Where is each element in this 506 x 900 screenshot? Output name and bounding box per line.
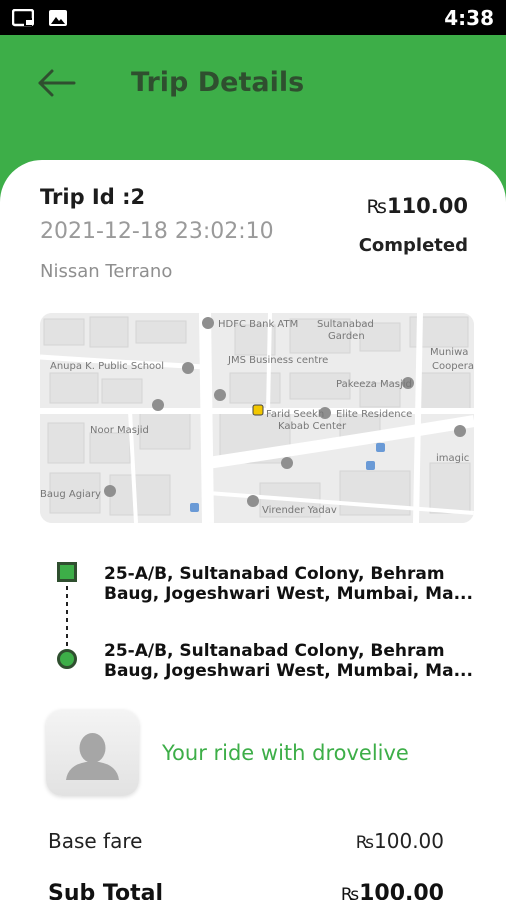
currency-symbol: ₨ (355, 833, 375, 853)
dropoff-address: 25-A/B, Sultanabad Colony, Behram Baug, … (104, 641, 476, 681)
status-bar: 4:38 (0, 0, 506, 35)
trip-id: Trip Id :2 (40, 185, 146, 209)
map-label-garden: Garden (328, 331, 365, 342)
screen-cast-icon (12, 9, 34, 27)
map-label-anupa: Anupa K. Public School (50, 361, 164, 372)
status-time: 4:38 (444, 6, 494, 30)
pickup-address-line2: Baug, Jogeshwari West, Mumbai, Ma... (104, 584, 473, 604)
map-label-hdfc: HDFC Bank ATM (218, 319, 298, 330)
map-label-kabab: Kabab Center (278, 421, 347, 432)
map-label-pakeeza: Pakeeza Masjid (336, 379, 412, 390)
base-fare-label: Base fare (48, 829, 143, 853)
subtotal-value: ₨100.00 (341, 881, 444, 900)
dropoff-marker-icon (57, 649, 77, 669)
map-label-imagic: imagic (436, 453, 469, 464)
map-label-elite: Elite Residence (336, 409, 412, 420)
currency-symbol: ₨ (340, 885, 360, 900)
route-map[interactable]: HDFC Bank ATM Sultanabad Garden Anupa K.… (40, 313, 474, 523)
map-label-farid: Farid Seekh (266, 409, 324, 420)
map-label-sultanabad: Sultanabad (317, 319, 374, 330)
dropoff-address-line2: Baug, Jogeshwari West, Mumbai, Ma... (104, 661, 473, 681)
trip-datetime: 2021-12-18 23:02:10 (40, 219, 274, 244)
dropoff-address-line1: 25-A/B, Sultanabad Colony, Behram (104, 641, 445, 661)
ride-with-text: Your ride with drovelive (162, 741, 409, 765)
map-canvas: HDFC Bank ATM Sultanabad Garden Anupa K.… (40, 313, 474, 523)
trip-vehicle: Nissan Terrano (40, 261, 173, 282)
base-fare-amount: 100.00 (374, 829, 444, 853)
subtotal-amount: 100.00 (359, 881, 444, 900)
map-label-baug: Baug Agiary (40, 489, 101, 500)
arrow-left-icon[interactable] (34, 65, 80, 101)
map-label-noor: Noor Masjid (90, 425, 149, 436)
trip-price: ₨110.00 (367, 194, 468, 218)
page-title: Trip Details (131, 67, 305, 98)
map-label-cooper: Coopera (432, 361, 474, 372)
person-silhouette-icon (66, 733, 119, 780)
pickup-address: 25-A/B, Sultanabad Colony, Behram Baug, … (104, 564, 476, 604)
trip-amount: 110.00 (386, 194, 468, 218)
map-label-jms: JMS Business centre (227, 355, 328, 366)
pickup-marker-icon (57, 562, 77, 582)
avatar (46, 710, 139, 796)
base-fare-value: ₨100.00 (356, 829, 444, 853)
subtotal-label: Sub Total (48, 881, 164, 900)
pickup-address-line1: 25-A/B, Sultanabad Colony, Behram (104, 564, 445, 584)
currency-symbol: ₨ (366, 196, 387, 218)
map-label-muniwar: Muniwa (430, 347, 468, 358)
image-icon (49, 10, 67, 26)
trip-status: Completed (358, 235, 468, 256)
map-label-virender: Virender Yadav (262, 505, 337, 516)
route-connector (66, 586, 68, 646)
